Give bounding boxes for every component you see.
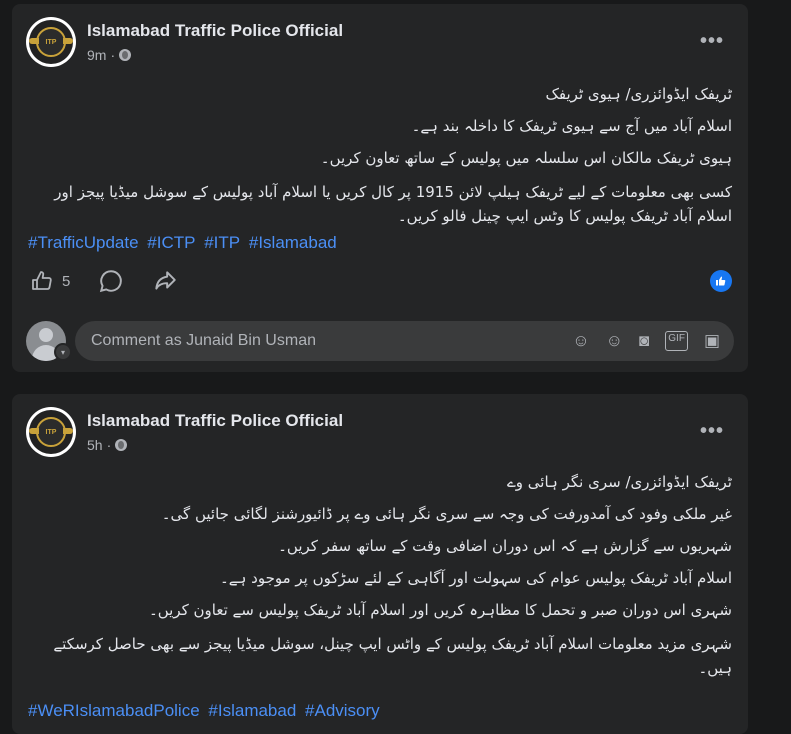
post-card: ITP Islamabad Traffic Police Official 9m… xyxy=(12,4,748,372)
emoji-icon[interactable]: ☺ xyxy=(606,331,623,351)
logo-text: ITP xyxy=(36,27,66,57)
post-time[interactable]: 5h xyxy=(87,437,103,453)
comment-icon xyxy=(100,270,123,293)
post-line: اسلام آباد ٹریفک پولیس عوام کی سہولت اور… xyxy=(220,569,732,587)
page-avatar[interactable]: ITP xyxy=(26,407,76,457)
thumbs-up-icon xyxy=(32,271,52,290)
hashtags: #WeRIslamabadPolice #Islamabad #Advisory xyxy=(28,701,384,721)
share-icon xyxy=(155,271,177,290)
hashtags: #TrafficUpdate #ICTP #ITP #Islamabad xyxy=(28,233,341,253)
comment-input[interactable] xyxy=(89,331,573,351)
post-line: شہری مزید معلومات اسلام آباد ٹریفک پولیس… xyxy=(53,635,732,677)
like-reaction-icon[interactable] xyxy=(710,270,732,292)
hashtag-link[interactable]: #ICTP xyxy=(147,233,195,252)
globe-icon xyxy=(119,49,132,61)
post-line: غیر ملکی وفود کی آمدورفت کی وجہ سے سری ن… xyxy=(161,505,732,523)
hashtag-link[interactable]: #WeRIslamabadPolice xyxy=(28,701,200,720)
chevron-down-icon[interactable]: ▾ xyxy=(54,343,72,361)
post-actions: 5 xyxy=(30,268,178,294)
post-line: اسلام آباد میں آج سے ہیوی ٹریفک کا داخلہ… xyxy=(411,117,732,135)
post-time[interactable]: 9m xyxy=(87,47,106,63)
more-options-icon[interactable]: ••• xyxy=(700,30,724,53)
share-button[interactable] xyxy=(152,268,178,294)
itp-logo-icon: ITP xyxy=(29,20,73,64)
more-options-icon[interactable]: ••• xyxy=(700,420,724,443)
hashtag-link[interactable]: #Islamabad xyxy=(249,233,337,252)
page-name[interactable]: Islamabad Traffic Police Official xyxy=(87,411,343,431)
post-line: شہری اس دوران صبر و تحمل کا مظاہرہ کریں … xyxy=(148,601,732,619)
comment-button[interactable] xyxy=(98,268,124,294)
post-text: ٹریفک ایڈوائزری/ ہیوی ٹریفک اسلام آباد م… xyxy=(28,84,732,228)
post-card: ITP Islamabad Traffic Police Official 5h… xyxy=(12,394,748,734)
comment-box[interactable]: ☺ ☺ ◙ GIF ▣ xyxy=(75,321,734,361)
post-line: ہیوی ٹریفک مالکان اس سلسلہ میں پولیس کے … xyxy=(320,149,732,167)
avatar-sticker-icon[interactable]: ☺ xyxy=(572,331,589,351)
page-avatar[interactable]: ITP xyxy=(26,17,76,67)
post-line: شہریوں سے گزارش ہے کہ اس دوران اضافی وقت… xyxy=(278,537,732,555)
post-text: ٹریفک ایڈوائزری/ سری نگر ہائی وے غیر ملک… xyxy=(28,472,732,680)
hashtag-link[interactable]: #TrafficUpdate xyxy=(28,233,139,252)
sticker-icon[interactable]: ▣ xyxy=(704,331,720,351)
post-meta: 9m · xyxy=(87,47,132,63)
like-count: 5 xyxy=(62,272,71,290)
like-button[interactable]: 5 xyxy=(30,269,70,293)
hashtag-link[interactable]: #Advisory xyxy=(305,701,380,720)
logo-text: ITP xyxy=(36,417,66,447)
post-line: ٹریفک ایڈوائزری/ سری نگر ہائی وے xyxy=(507,473,732,491)
post-line: کسی بھی معلومات کے لیے ٹریفک ہیلپ لائن 1… xyxy=(54,183,732,225)
comment-tools: ☺ ☺ ◙ GIF ▣ xyxy=(572,331,720,351)
itp-logo-icon: ITP xyxy=(29,410,73,454)
post-line: ٹریفک ایڈوائزری/ ہیوی ٹریفک xyxy=(545,85,732,103)
gif-icon[interactable]: GIF xyxy=(665,331,688,351)
comment-composer: ☺ ☺ ◙ GIF ▣ xyxy=(26,320,734,362)
globe-icon xyxy=(115,439,128,451)
post-meta: 5h · xyxy=(87,437,128,453)
hashtag-link[interactable]: #Islamabad xyxy=(208,701,296,720)
camera-icon[interactable]: ◙ xyxy=(639,331,649,351)
hashtag-link[interactable]: #ITP xyxy=(204,233,240,252)
page-name[interactable]: Islamabad Traffic Police Official xyxy=(87,21,343,41)
